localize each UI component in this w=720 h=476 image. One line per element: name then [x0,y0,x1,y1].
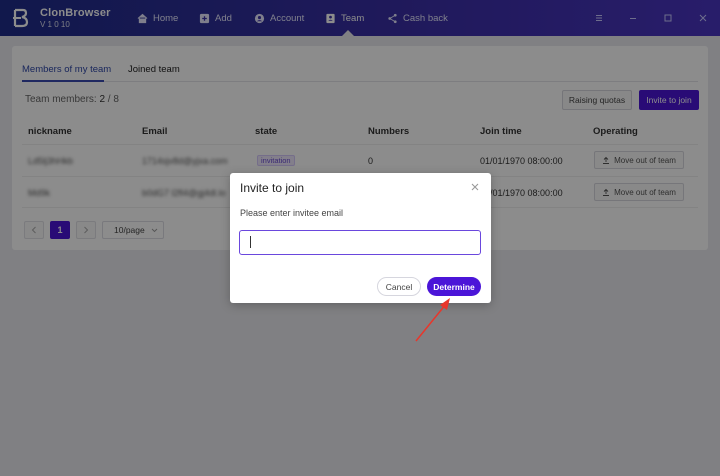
dialog-title: Invite to join [240,181,305,195]
text-cursor [250,236,251,248]
invite-dialog: Invite to join Please enter invitee emai… [230,173,491,303]
invitee-email-input[interactable] [239,230,481,255]
invitee-email-label: Please enter invitee email [240,208,344,218]
annotation-arrow-icon [415,298,450,342]
close-icon[interactable] [470,182,480,192]
